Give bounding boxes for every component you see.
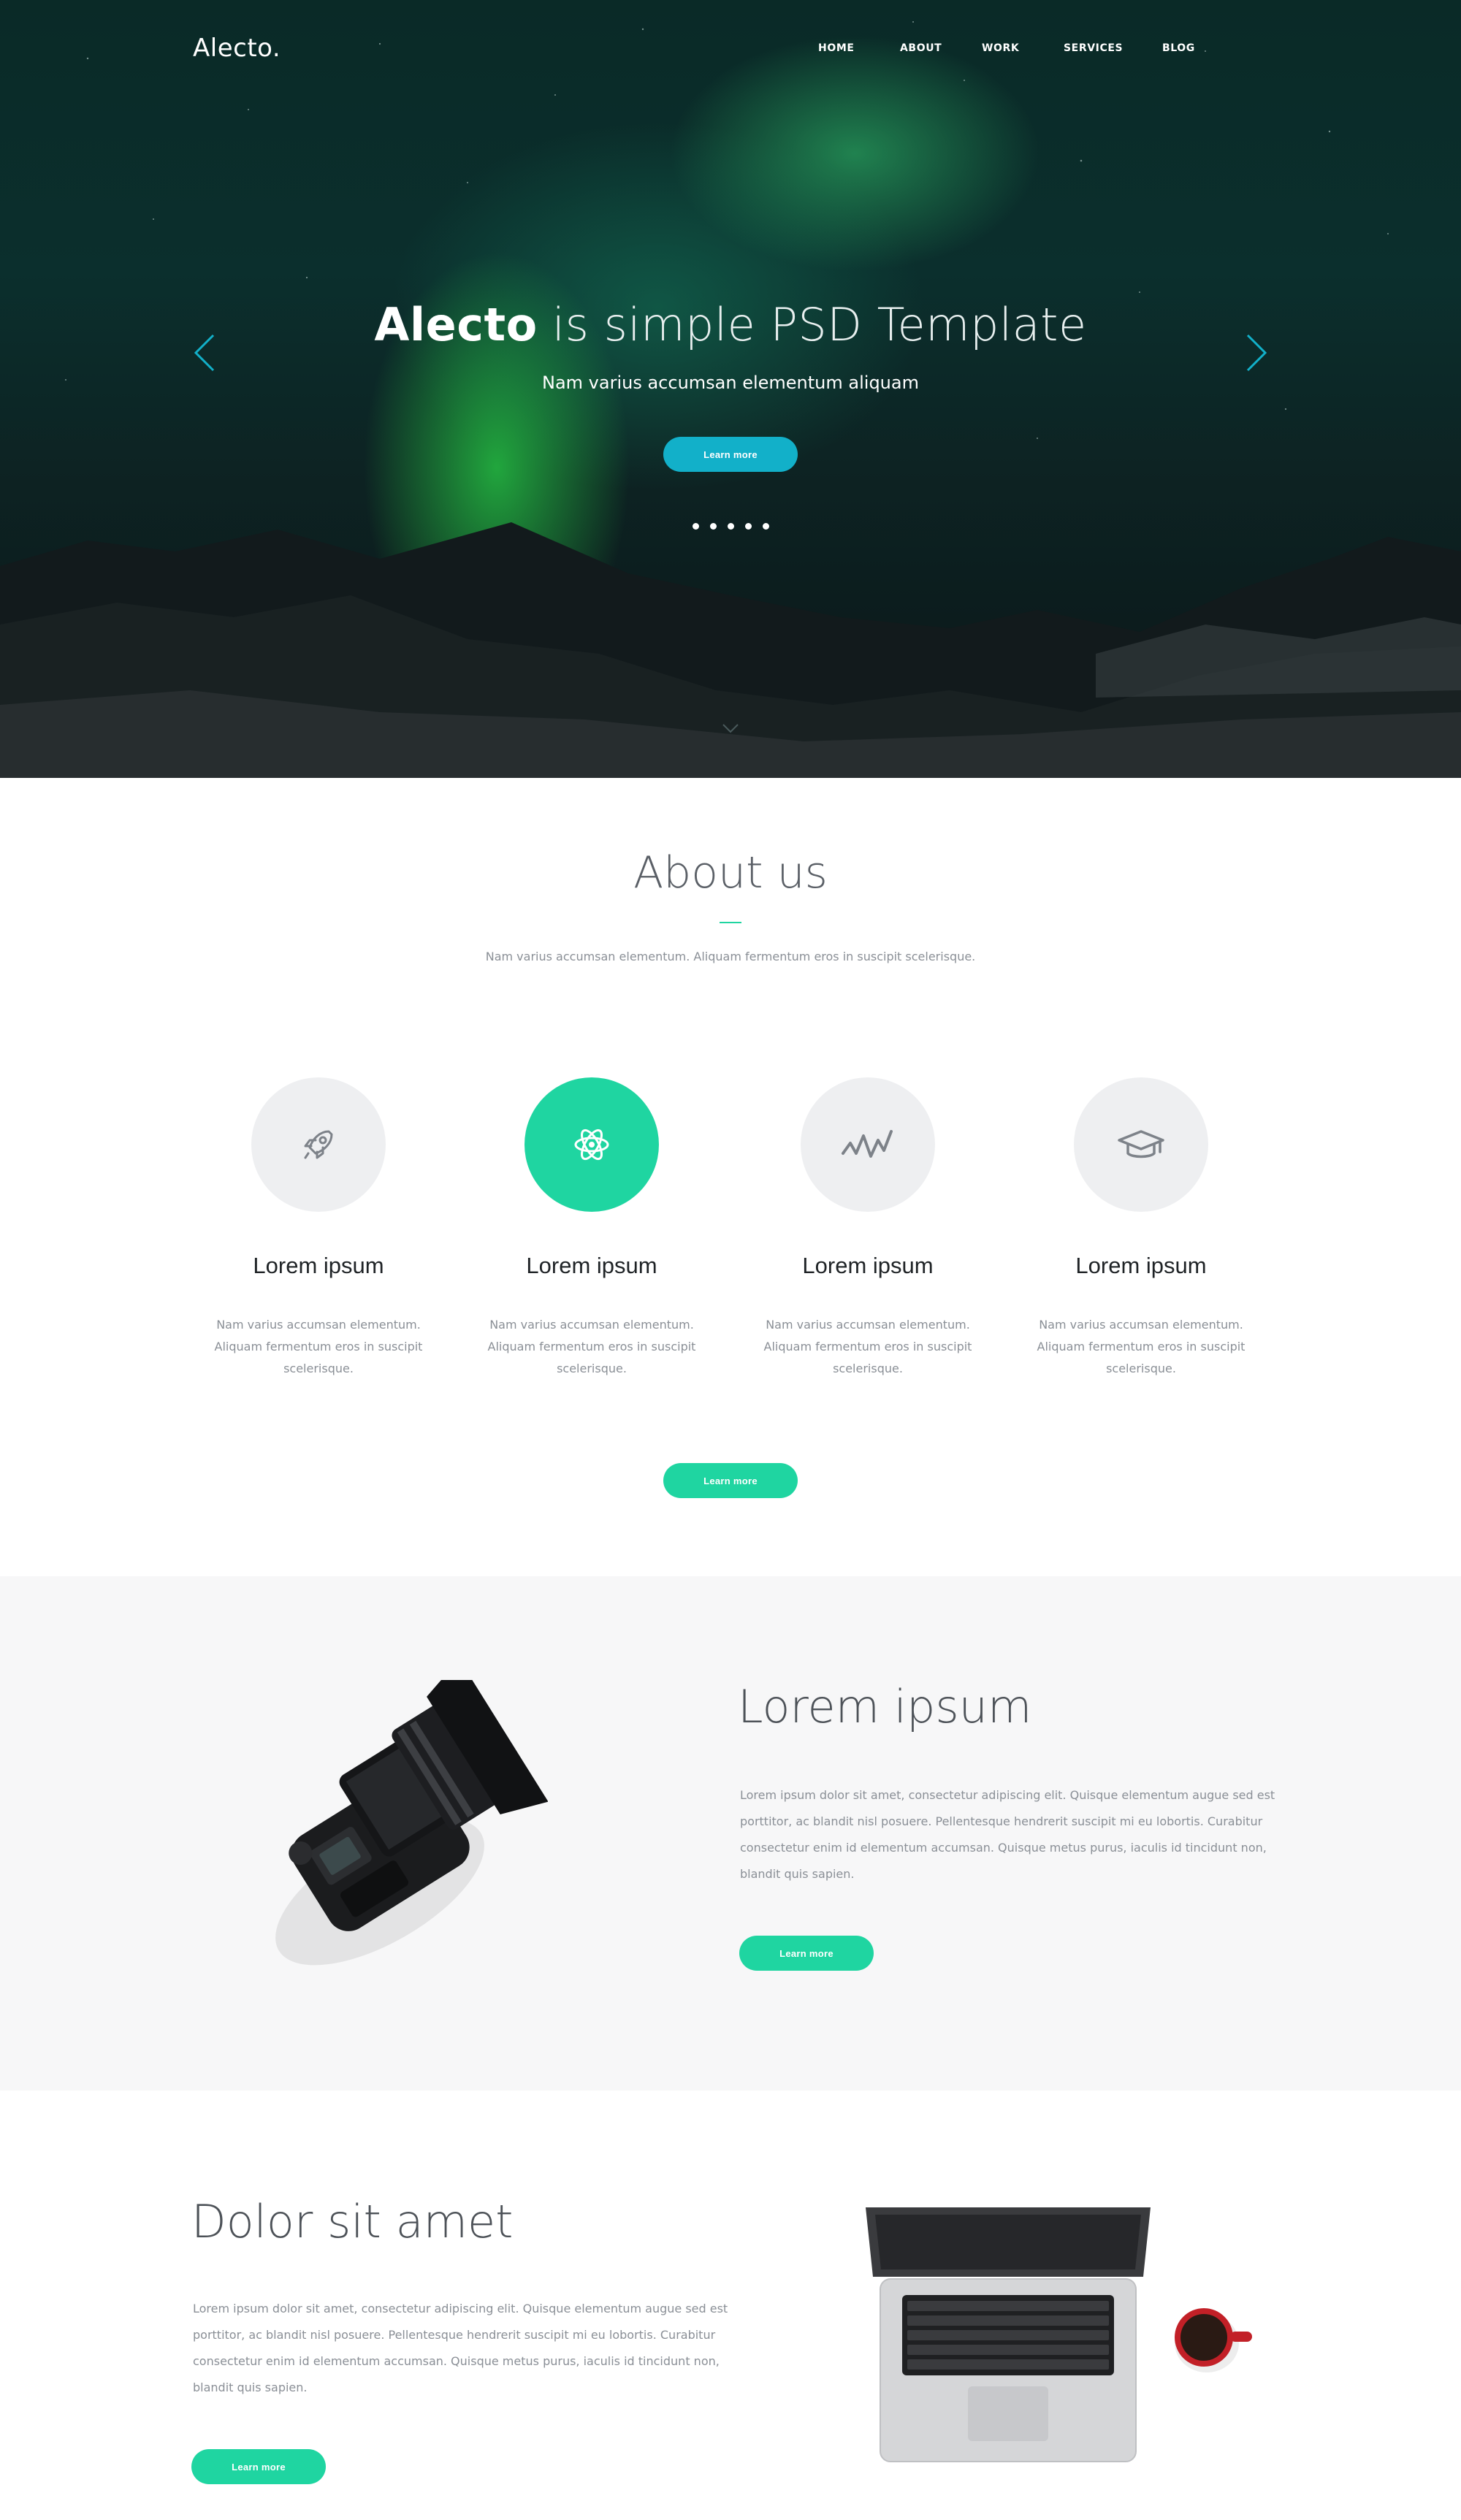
feature-card: Lorem ipsum Nam varius accumsan elementu…: [468, 1077, 716, 1380]
laptop-section-title: Dolor sit amet: [191, 2195, 514, 2248]
slider-dot[interactable]: [728, 523, 734, 530]
feature-title: Lorem ipsum: [253, 1253, 384, 1278]
slider-pagination: [693, 523, 769, 530]
graduation-cap-icon: [1118, 1130, 1164, 1158]
about-lead: Nam varius accumsan elementum. Aliquam f…: [485, 950, 976, 963]
slider-dot[interactable]: [763, 523, 769, 530]
feature-icon-circle[interactable]: [1074, 1077, 1208, 1212]
coffee-cup-image: [1175, 2308, 1252, 2372]
hero-slider: Alecto. HOME ABOUT WORK SERVICES BLOG Al…: [0, 0, 1461, 778]
nav-item-blog[interactable]: BLOG: [1162, 42, 1195, 54]
camera-image: [275, 1680, 548, 1966]
rocket-icon: [304, 1130, 333, 1159]
slider-dot[interactable]: [693, 523, 699, 530]
feature-text: Nam varius accumsan elementum. Aliquam f…: [1037, 1318, 1246, 1375]
hero-title-bold: Alecto: [374, 298, 538, 351]
feature-text: Nam varius accumsan elementum. Aliquam f…: [487, 1318, 696, 1375]
feature-title: Lorem ipsum: [526, 1253, 657, 1278]
feature-icon-circle[interactable]: [524, 1077, 659, 1212]
nav-item-home[interactable]: HOME: [818, 42, 900, 54]
hero-title: Alecto is simple PSD Template: [0, 298, 1461, 351]
feature-card: Lorem ipsum Nam varius accumsan elementu…: [194, 1077, 443, 1380]
feature-card: Lorem ipsum Nam varius accumsan elementu…: [1017, 1077, 1265, 1380]
camera-learn-more-button[interactable]: Learn more: [739, 1936, 874, 1971]
hero-subtitle: Nam varius accumsan elementum aliquam: [542, 373, 919, 393]
laptop-image: [866, 2207, 1151, 2462]
hero-title-light: is simple PSD Template: [537, 298, 1087, 351]
chevron-down-icon[interactable]: [722, 723, 739, 733]
feature-text: Nam varius accumsan elementum. Aliquam f…: [763, 1318, 972, 1375]
feature-icon-circle[interactable]: [801, 1077, 935, 1212]
slider-dot[interactable]: [745, 523, 752, 530]
site-logo[interactable]: Alecto.: [193, 34, 281, 63]
laptop-section-text: Lorem ipsum dolor sit amet, consectetur …: [193, 2302, 728, 2394]
slider-dot[interactable]: [710, 523, 717, 530]
about-title: About us: [633, 847, 828, 898]
nav-item-work[interactable]: WORK: [982, 42, 1064, 54]
title-divider: [720, 922, 741, 923]
pulse-icon: [842, 1130, 893, 1158]
atom-icon: [574, 1129, 609, 1161]
feature-title: Lorem ipsum: [802, 1253, 934, 1278]
nav-item-about[interactable]: ABOUT: [900, 42, 982, 54]
feature-title: Lorem ipsum: [1075, 1253, 1207, 1278]
main-nav: HOME ABOUT WORK SERVICES BLOG: [818, 42, 1195, 54]
laptop-learn-more-button[interactable]: Learn more: [191, 2449, 326, 2484]
nav-item-services[interactable]: SERVICES: [1064, 42, 1162, 54]
hero-learn-more-button[interactable]: Learn more: [663, 437, 798, 472]
about-learn-more-button[interactable]: Learn more: [663, 1463, 798, 1498]
camera-section-title: Lorem ipsum: [738, 1680, 1032, 1733]
feature-icon-circle[interactable]: [251, 1077, 386, 1212]
feature-text: Nam varius accumsan elementum. Aliquam f…: [214, 1318, 423, 1375]
camera-section-text: Lorem ipsum dolor sit amet, consectetur …: [740, 1788, 1275, 1881]
feature-card: Lorem ipsum Nam varius accumsan elementu…: [744, 1077, 992, 1380]
